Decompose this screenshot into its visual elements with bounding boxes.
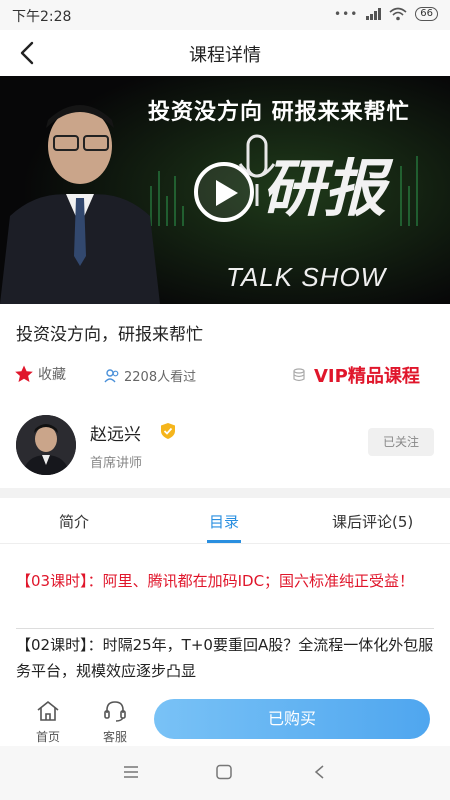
banner-talk-show: TALK SHOW (226, 262, 387, 292)
home-label: 首页 (35, 730, 60, 744)
play-button[interactable] (194, 162, 254, 222)
play-icon (216, 180, 238, 206)
section-divider (0, 488, 450, 498)
avatar-image (16, 415, 76, 475)
lesson-item[interactable]: 【02课时】：时隔25年，T+0要重回A股？全流程一体化外包服务平台，规模效应逐… (16, 632, 434, 684)
users-icon (104, 368, 119, 382)
tab-bar: 简介 目录 课后评论(5) (0, 498, 450, 544)
view-count: 2208人看过 (104, 366, 196, 385)
back-triangle-icon[interactable] (311, 764, 329, 780)
battery-icon: 66 (415, 7, 438, 21)
banner-headline: 投资没方向 研报来来帮忙 (148, 100, 410, 125)
purchased-button[interactable]: 已购买 (154, 699, 430, 739)
vip-label: VIP精品课程 (314, 366, 420, 387)
status-time: 下午2:28 (12, 9, 72, 25)
tab-intro[interactable]: 简介 (59, 511, 89, 532)
signal-icon (366, 8, 382, 20)
system-nav-bar (0, 746, 450, 800)
teacher-card: 赵远兴 首席讲师 已关注 (0, 410, 450, 480)
wifi-icon (389, 7, 407, 21)
video-banner[interactable]: 投资没方向 研报来来帮忙 研报 TALK SHOW (0, 76, 450, 304)
status-bar: 下午2:28 ••• 66 (0, 0, 450, 30)
more-dots-icon: ••• (334, 7, 359, 21)
menu-icon[interactable] (122, 764, 140, 780)
verified-badge-icon (161, 423, 175, 439)
banner-big-text: 研报 (262, 152, 387, 225)
teacher-role: 首席讲师 (90, 456, 143, 471)
favorite-label: 收藏 (38, 367, 66, 383)
follow-button[interactable]: 已关注 (368, 428, 434, 456)
course-title: 投资没方向，研报来帮忙 (16, 325, 203, 345)
service-label: 客服 (102, 730, 127, 744)
home-icon (37, 701, 59, 721)
star-icon (15, 365, 33, 382)
bottom-action-bar: 首页 客服 已购买 (0, 694, 450, 746)
coin-stack-icon (293, 368, 305, 382)
tab-comments[interactable]: 课后评论(5) (332, 511, 413, 532)
nav-bar: 课程详情 (0, 30, 450, 76)
tab-catalog[interactable]: 目录 (209, 511, 239, 532)
lesson-divider (16, 628, 434, 629)
home-button[interactable]: 首页 (28, 700, 68, 745)
square-icon[interactable] (215, 764, 233, 780)
active-tab-indicator (207, 540, 241, 543)
status-indicators: ••• 66 (334, 7, 438, 21)
vip-badge: VIP精品课程 (292, 362, 420, 388)
favorite-button[interactable]: 收藏 (14, 364, 66, 384)
avatar[interactable] (16, 415, 76, 475)
service-button[interactable]: 客服 (95, 700, 135, 745)
lesson-item[interactable]: 【03课时】：阿里、腾讯都在加码IDC；国六标准纯正受益！ (16, 568, 434, 594)
page-title: 课程详情 (189, 45, 261, 66)
teacher-name: 赵远兴 (90, 425, 141, 445)
course-meta: 收藏 2208人看过 VIP精品课程 (0, 362, 450, 390)
headset-icon (104, 701, 126, 722)
views-label: 2208人看过 (124, 370, 197, 385)
